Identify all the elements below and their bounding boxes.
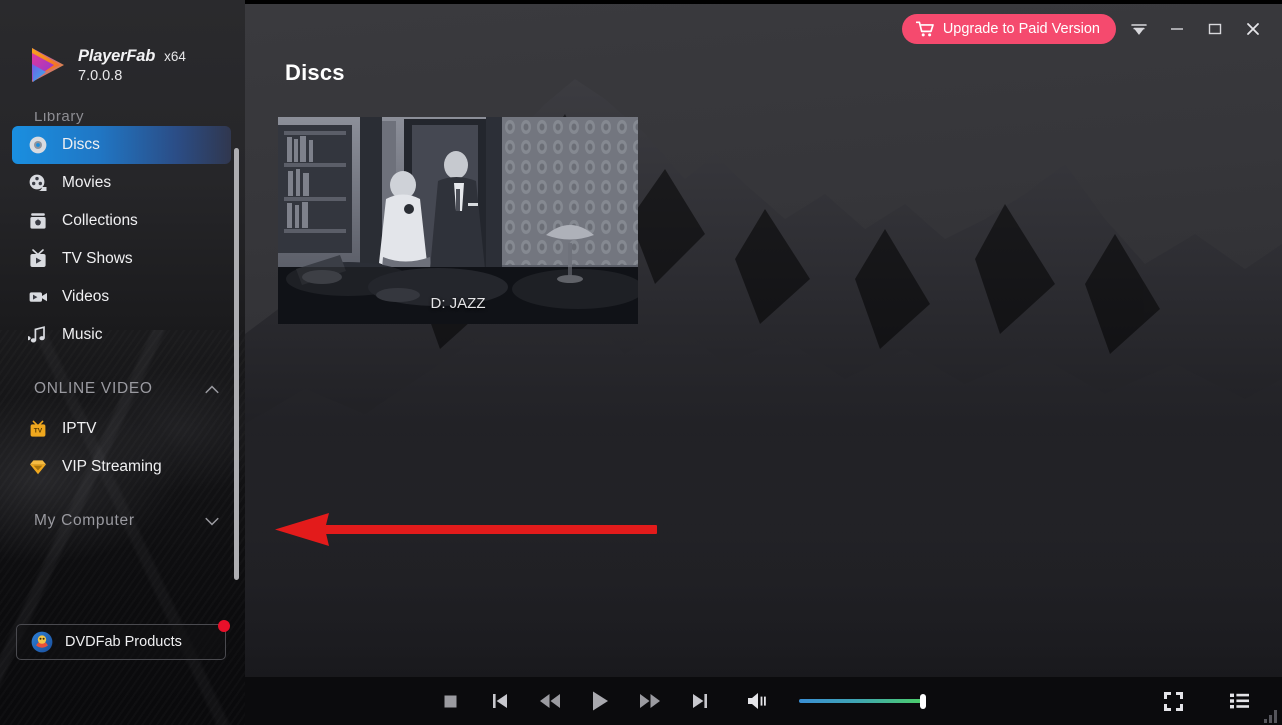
upgrade-button-label: Upgrade to Paid Version	[942, 21, 1100, 37]
sidebar-item-label: Music	[62, 326, 103, 343]
fast-forward-icon	[640, 694, 660, 708]
shopping-cart-icon	[915, 21, 934, 37]
maximize-icon	[1208, 23, 1222, 35]
video-camera-icon	[29, 292, 47, 302]
library-section-label: Library	[34, 112, 85, 125]
fullscreen-button[interactable]	[1148, 677, 1198, 725]
sidebar: PlayerFab x64 7.0.0.8 Library Discs Movi…	[0, 0, 245, 725]
sidebar-scrollbar[interactable]	[234, 148, 239, 580]
sidebar-item-music[interactable]: Music	[12, 316, 231, 354]
playback-control-bar	[245, 677, 1282, 725]
sidebar-item-label: Movies	[62, 174, 112, 191]
brand-name: PlayerFab	[78, 46, 156, 65]
sidebar-item-tv-shows[interactable]: TV Shows	[12, 240, 231, 278]
sidebar-group-my-computer[interactable]: My Computer	[0, 500, 245, 542]
sidebar-item-movies[interactable]: Movies	[12, 164, 231, 202]
resize-grip-icon	[1264, 710, 1277, 723]
sidebar-item-collections[interactable]: Collections	[12, 202, 231, 240]
my-computer-label: My Computer	[34, 512, 135, 529]
mountain-wallpaper	[245, 79, 1282, 677]
minimize-button[interactable]	[1162, 14, 1192, 44]
fast-forward-button[interactable]	[625, 677, 675, 725]
previous-button[interactable]	[475, 677, 525, 725]
playback-buttons	[425, 677, 926, 725]
play-button[interactable]	[575, 677, 625, 725]
chevron-down-icon	[205, 517, 219, 525]
sidebar-group-online-video[interactable]: ONLINE VIDEO	[0, 368, 245, 410]
iptv-icon: TV	[30, 420, 46, 437]
svg-text:TV: TV	[34, 428, 43, 435]
upgrade-to-paid-version-button[interactable]: Upgrade to Paid Version	[901, 14, 1116, 44]
play-icon	[593, 691, 608, 711]
sidebar-item-vip-streaming[interactable]: VIP Streaming	[12, 448, 231, 486]
minimize-icon	[1171, 28, 1183, 30]
sidebar-item-label: VIP Streaming	[62, 458, 162, 475]
volume-button[interactable]	[733, 677, 783, 725]
playlist-icon	[1229, 693, 1249, 709]
sidebar-item-label: Collections	[62, 212, 138, 229]
collection-icon	[30, 213, 46, 229]
dvdfab-products-button[interactable]: DVDFab Products	[16, 620, 230, 660]
disc-card[interactable]: D: JAZZ	[278, 117, 638, 324]
disc-thumbnail	[278, 117, 638, 324]
volume-control	[733, 677, 926, 725]
sidebar-nav: Library Discs Movies Collections TV Show…	[0, 112, 245, 592]
stop-button[interactable]	[425, 677, 475, 725]
next-button[interactable]	[675, 677, 725, 725]
control-bar-right-buttons	[1148, 677, 1264, 725]
playlist-button[interactable]	[1214, 677, 1264, 725]
dvdfab-icon	[31, 631, 53, 653]
window-header-controls: Upgrade to Paid Version	[901, 4, 1282, 54]
sidebar-item-iptv[interactable]: TV IPTV	[12, 410, 231, 448]
fullscreen-icon	[1163, 691, 1183, 711]
rewind-button[interactable]	[525, 677, 575, 725]
sidebar-item-label: TV Shows	[62, 250, 133, 267]
sidebar-item-videos[interactable]: Videos	[12, 278, 231, 316]
playerfab-logo-icon	[32, 48, 64, 82]
volume-slider-handle[interactable]	[920, 694, 926, 709]
menu-button[interactable]	[1124, 14, 1154, 44]
menu-caret-down-icon	[1131, 24, 1147, 35]
main-content-area: Discs D: JAZZ	[245, 4, 1282, 677]
close-icon	[1247, 23, 1259, 35]
sidebar-item-label: Videos	[62, 288, 110, 305]
music-note-icon	[28, 326, 45, 343]
vip-diamond-icon	[30, 460, 46, 475]
stop-icon	[444, 695, 456, 707]
dvdfab-products-label: DVDFab Products	[65, 634, 182, 650]
disc-caption: D: JAZZ	[430, 295, 486, 312]
playerfab-window: Discs D: JAZZ Upgrade to Paid Version Pl…	[0, 0, 1282, 725]
brand-version: 7.0.0.8	[78, 67, 123, 84]
page-title: Discs	[285, 60, 345, 85]
online-video-label: ONLINE VIDEO	[34, 380, 153, 397]
tv-icon	[30, 249, 46, 267]
film-reel-icon	[29, 174, 47, 192]
sidebar-item-label: Discs	[62, 136, 100, 153]
sidebar-item-discs[interactable]: Discs	[12, 126, 231, 164]
close-button[interactable]	[1238, 14, 1268, 44]
previous-icon	[493, 694, 507, 708]
next-icon	[693, 694, 707, 708]
sidebar-scrollbar-thumb[interactable]	[234, 148, 239, 580]
volume-slider-fill	[799, 699, 923, 703]
brand-architecture: x64	[164, 48, 186, 64]
notification-badge	[218, 620, 230, 632]
sidebar-item-label: IPTV	[62, 420, 97, 437]
rewind-icon	[540, 694, 560, 708]
maximize-button[interactable]	[1200, 14, 1230, 44]
brand-block: PlayerFab x64 7.0.0.8	[26, 44, 186, 86]
volume-slider[interactable]	[799, 691, 926, 711]
disc-icon	[29, 136, 47, 154]
volume-icon	[748, 693, 766, 709]
red-arrow-annotation	[275, 513, 657, 546]
chevron-up-icon	[205, 385, 219, 393]
